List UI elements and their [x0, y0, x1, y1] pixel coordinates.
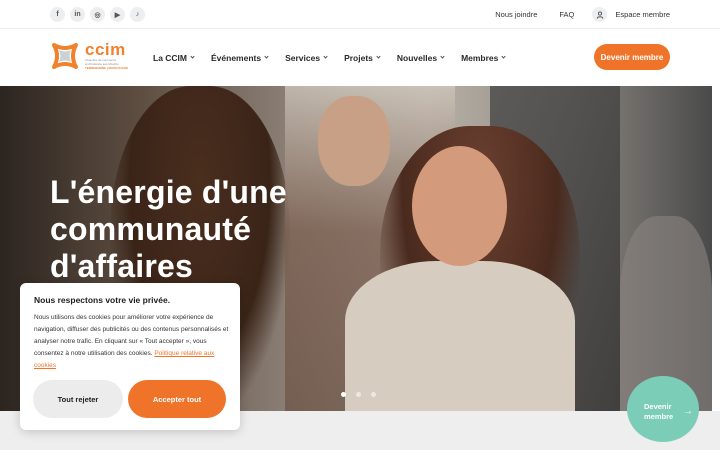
accept-all-button[interactable]: Accepter tout	[128, 380, 226, 418]
youtube-icon[interactable]: ▶	[110, 7, 125, 22]
hero-photo-face-2	[318, 96, 390, 186]
social-links: f in ◎ ▶ ♪	[50, 7, 145, 22]
user-icon	[592, 7, 608, 22]
logo-tagline: TERREBONNE | MASCOUCHE	[85, 66, 129, 70]
nav-item-la-ccim[interactable]: La CCIM	[153, 52, 195, 63]
floating-cta-line-1: Devenir	[644, 402, 672, 411]
main-header: ccim Chambre de commerce et d'industrie …	[0, 29, 720, 86]
top-links: Nous joindre FAQ Espace membre	[473, 0, 670, 29]
main-nav: La CCIM Événements Services Projets Nouv…	[153, 29, 522, 86]
member-space-link[interactable]: Espace membre	[592, 7, 670, 22]
logo-text: ccim Chambre de commerce et d'industrie …	[85, 41, 128, 70]
nav-label: Membres	[461, 52, 499, 63]
faq-link[interactable]: FAQ	[559, 10, 574, 19]
nav-label: Nouvelles	[396, 52, 438, 63]
nav-label: La CCIM	[153, 52, 187, 63]
member-space-label: Espace membre	[615, 10, 670, 19]
nav-item-nouvelles[interactable]: Nouvelles	[396, 52, 445, 63]
carousel-dot-2[interactable]	[356, 392, 361, 397]
floating-cta-label: Devenir membre	[644, 402, 678, 422]
nav-label: Services	[285, 52, 321, 63]
nav-item-evenements[interactable]: Événements	[211, 52, 269, 63]
chevron-down-icon	[264, 54, 269, 59]
floating-cta-line-2: membre	[644, 412, 674, 421]
chevron-down-icon	[190, 54, 195, 59]
hero-title-line-1: L'énergie d'une	[50, 174, 287, 210]
become-member-button[interactable]: Devenir membre	[594, 44, 670, 70]
top-utility-bar: f in ◎ ▶ ♪ Nous joindre FAQ Espace membr…	[0, 0, 720, 29]
facebook-icon[interactable]: f	[50, 7, 65, 22]
carousel-dot-1[interactable]	[341, 392, 346, 397]
nav-item-projets[interactable]: Projets	[344, 52, 381, 63]
tiktok-icon[interactable]: ♪	[130, 7, 145, 22]
hero-photo-person-3-face	[412, 146, 507, 266]
arrow-right-icon: →	[683, 406, 693, 417]
floating-become-member-button[interactable]: Devenir membre →	[627, 376, 699, 442]
cookie-consent-dialog: Nous respectons votre vie privée. Nous u…	[20, 283, 240, 430]
logo-mark-icon	[52, 43, 78, 69]
cookie-text: Nous utilisons des cookies pour améliore…	[34, 312, 230, 372]
chevron-down-icon	[501, 54, 507, 59]
chevron-down-icon	[440, 54, 445, 59]
hero-photo-person-3-body	[345, 261, 575, 411]
ccim-logo[interactable]: ccim Chambre de commerce et d'industrie …	[50, 41, 132, 74]
linkedin-icon[interactable]: in	[70, 7, 85, 22]
nav-label: Projets	[344, 52, 373, 63]
nav-label: Événements	[211, 52, 262, 63]
hero-title-line-2: communauté	[50, 211, 252, 247]
logo-word: ccim	[85, 40, 126, 59]
chevron-down-icon	[376, 54, 381, 59]
nav-item-services[interactable]: Services	[285, 52, 328, 63]
cookie-title: Nous respectons votre vie privée.	[34, 295, 171, 305]
contact-link[interactable]: Nous joindre	[495, 10, 537, 19]
carousel-dot-3[interactable]	[371, 392, 376, 397]
hero-title: L'énergie d'une communauté d'affaires	[50, 174, 350, 285]
instagram-icon[interactable]: ◎	[90, 7, 105, 22]
carousel-dots	[341, 392, 376, 397]
reject-all-button[interactable]: Tout rejeter	[33, 380, 123, 418]
hero-title-line-3: d'affaires	[50, 248, 193, 284]
chevron-down-icon	[323, 54, 328, 59]
nav-item-membres[interactable]: Membres	[461, 52, 507, 63]
